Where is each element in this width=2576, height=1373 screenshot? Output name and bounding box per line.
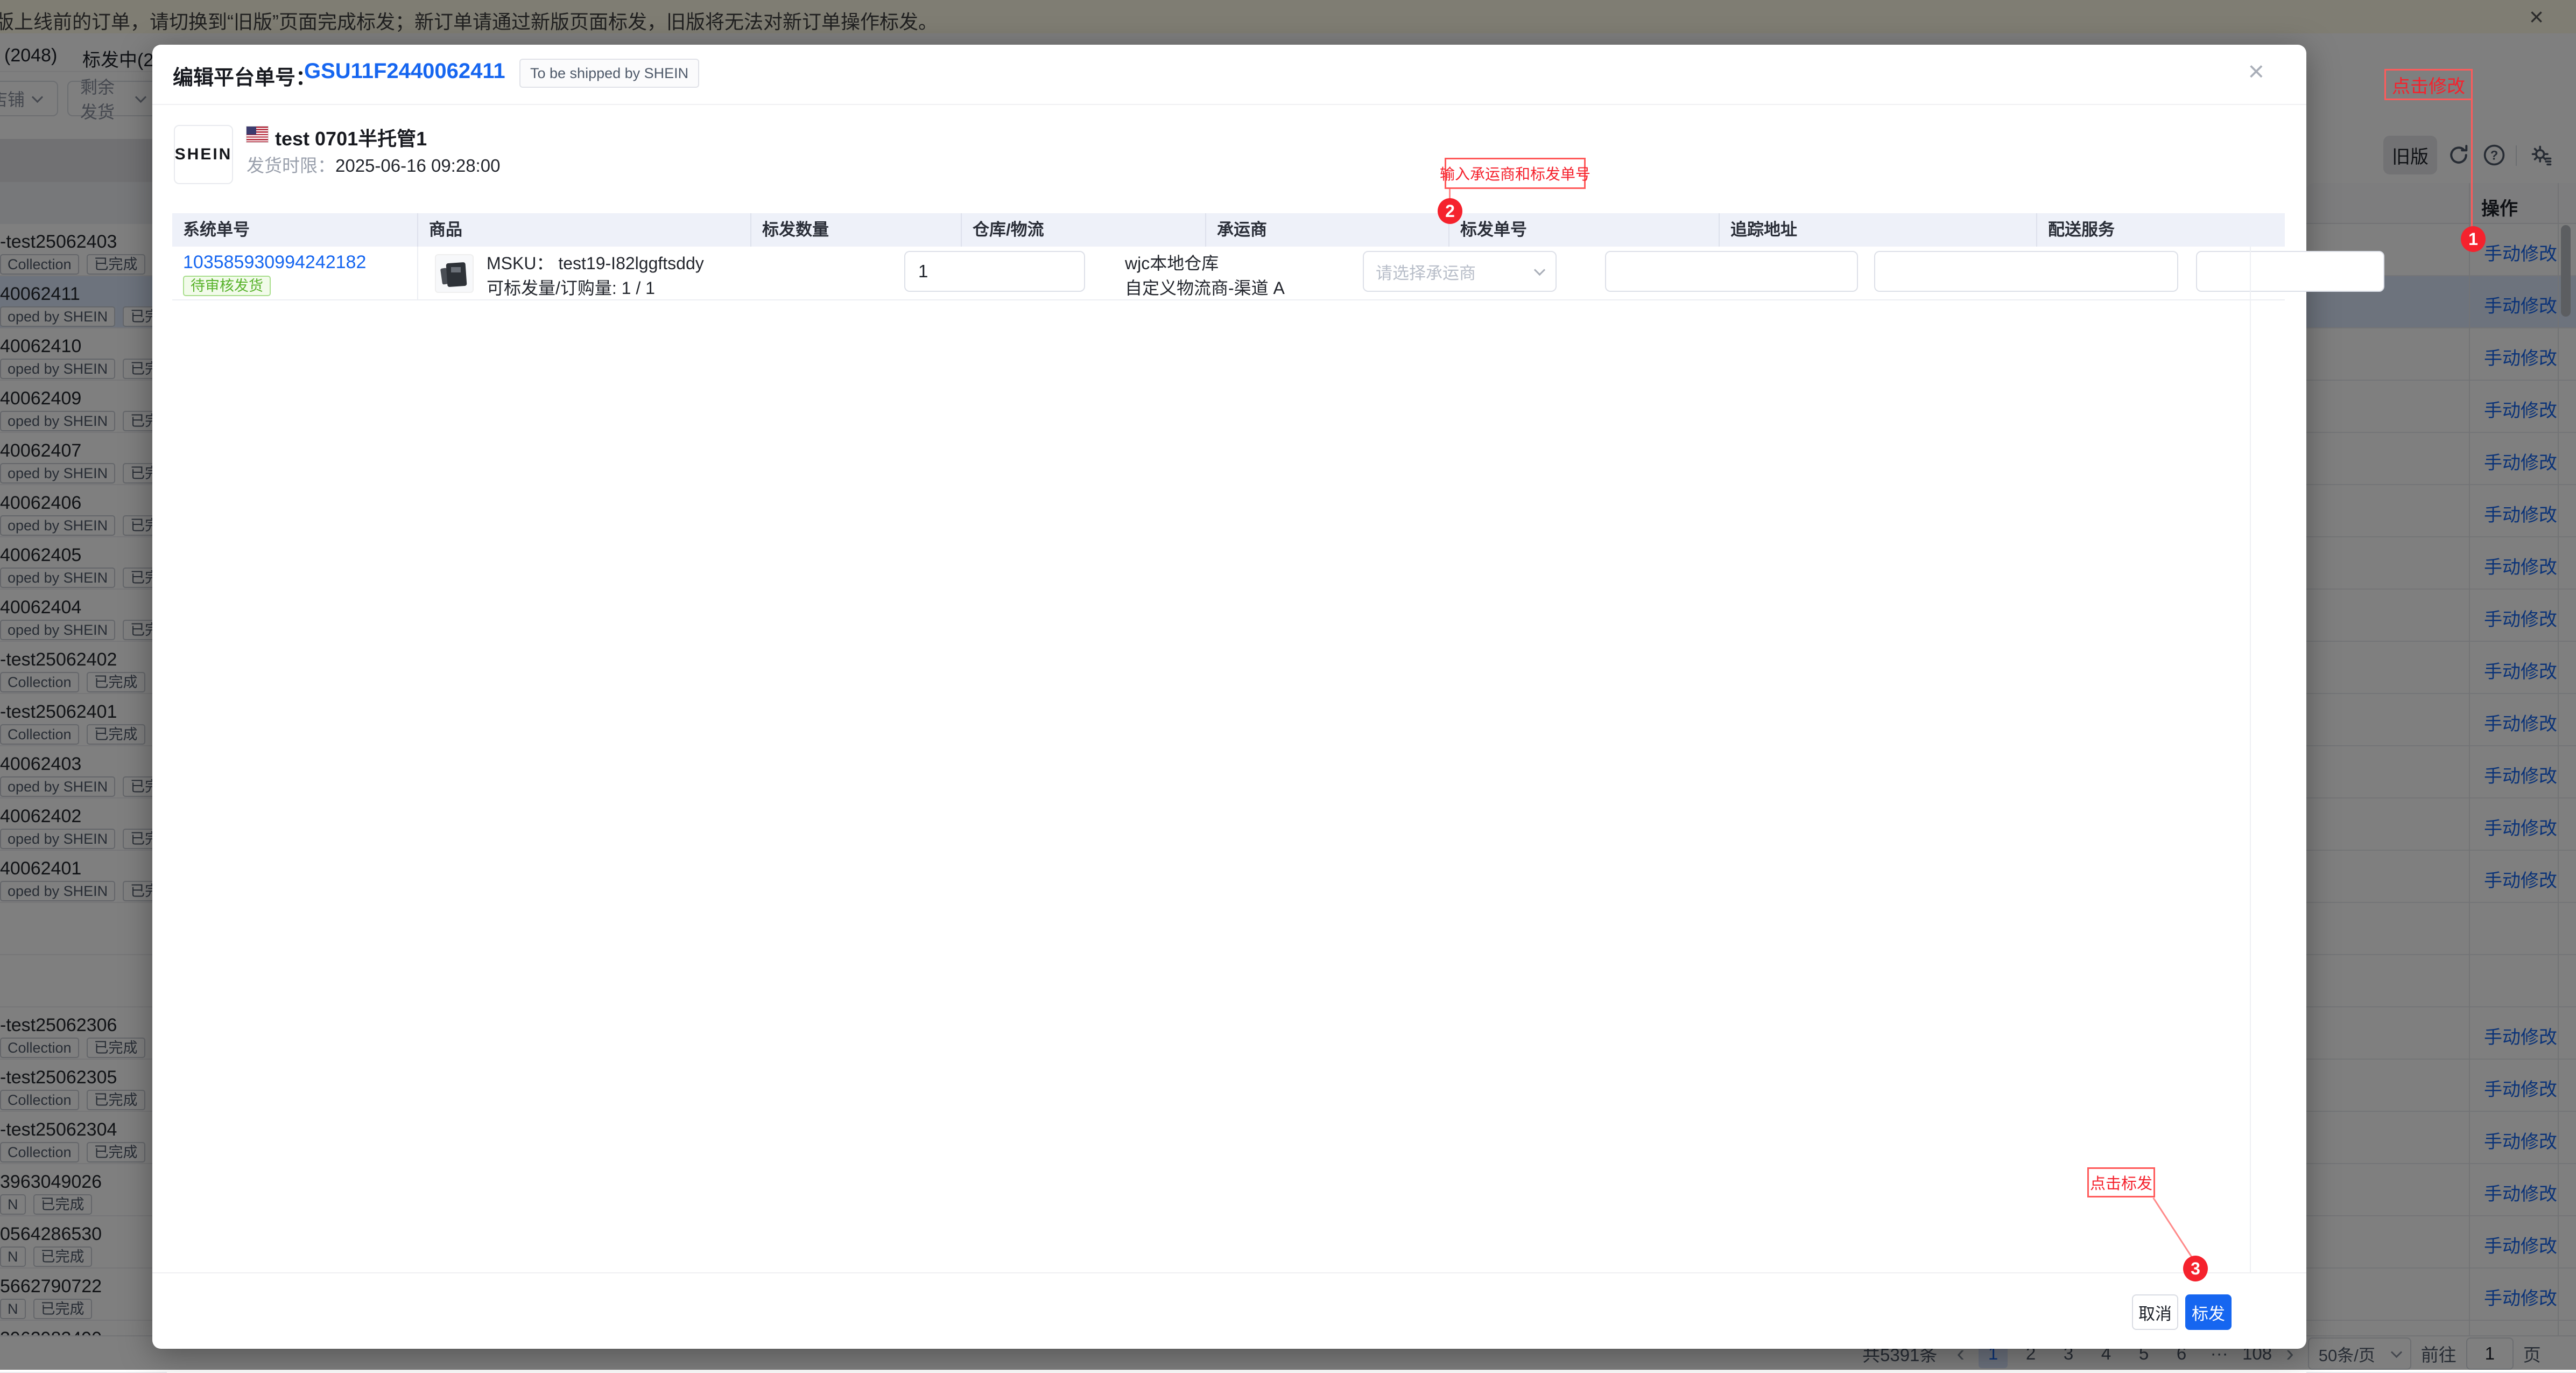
msku-line: MSKU： test19-I82lggftsddy xyxy=(487,254,704,273)
col-carrier: 承运商 xyxy=(1205,213,1448,247)
col-tracking: 追踪地址 xyxy=(1719,213,2036,247)
ship-deadline: 发货时限：2025-06-16 09:28:00 xyxy=(247,151,500,177)
carrier-select[interactable]: 请选择承运商 xyxy=(1363,251,1557,292)
shipping-type-tag: To be shipped by SHEIN xyxy=(519,59,700,88)
tracking-url-input[interactable] xyxy=(1874,251,2178,292)
product-thumbnail xyxy=(435,254,474,293)
edit-platform-order-modal: 编辑平台单号： GSU11F2440062411 To be shipped b… xyxy=(152,45,2384,1349)
platform-logo-card: SHEIN xyxy=(174,125,233,184)
logistics-channel: 自定义物流商-渠道 A xyxy=(1125,278,1285,298)
annotation-step3-badge: 3 xyxy=(2183,1256,2208,1281)
ship-deadline-value: 2025-06-16 09:28:00 xyxy=(335,156,501,176)
col-ship-no: 标发单号 xyxy=(1448,213,1719,247)
annotation-step3-box: 点击标发 xyxy=(2087,1167,2155,1197)
table-right-border xyxy=(2250,247,2251,1272)
annotation-step1-box: 点击修改 xyxy=(2384,69,2473,100)
submit-label-button[interactable]: 标发 xyxy=(2185,1294,2232,1330)
carrier-placeholder: 请选择承运商 xyxy=(1376,263,1476,283)
chevron-down-icon xyxy=(1533,264,1546,276)
system-order-link[interactable]: 103585930994242182 xyxy=(183,252,366,273)
modal-close-icon[interactable]: × xyxy=(2248,57,2264,87)
annotation-step2-badge: 2 xyxy=(1438,198,1462,224)
available-qty-line: 可标发量/订购量: 1 / 1 xyxy=(487,278,655,298)
ship-number-input[interactable] xyxy=(1605,251,1858,292)
cell-divider xyxy=(417,247,418,300)
platform-order-number[interactable]: GSU11F2440062411 xyxy=(304,59,505,83)
modal-table-header: 系统单号 商品 标发数量 仓库/物流 承运商 标发单号 追踪地址 配送服务 xyxy=(172,213,2285,247)
col-system-no: 系统单号 xyxy=(183,220,250,239)
ship-deadline-label: 发货时限： xyxy=(247,156,335,176)
warehouse-name: wjc本地仓库 xyxy=(1125,254,1219,273)
product-image-part xyxy=(446,262,467,288)
store-name: test 0701半托管1 xyxy=(275,128,427,150)
annotation-step1-line xyxy=(2471,100,2473,227)
modal-title: 编辑平台单号： xyxy=(173,67,316,89)
pending-review-tag: 待审核发货 xyxy=(183,276,271,296)
annotation-step2-box: 输入承运商和标发单号 xyxy=(1440,158,1590,189)
delivery-service-input[interactable] xyxy=(2196,251,2384,292)
label-qty-input[interactable] xyxy=(904,251,1085,292)
shein-logo: SHEIN xyxy=(174,145,233,163)
col-product: 商品 xyxy=(417,213,750,247)
us-flag-icon xyxy=(247,127,268,142)
col-service: 配送服务 xyxy=(2036,213,2285,247)
modal-table-row: 103585930994242182 待审核发货 MSKU： test19-I8… xyxy=(172,247,2384,300)
col-warehouse: 仓库/物流 xyxy=(961,213,1205,247)
cancel-button[interactable]: 取消 xyxy=(2132,1294,2178,1330)
col-qty: 标发数量 xyxy=(750,213,961,247)
annotation-step1-badge: 1 xyxy=(2461,226,2486,252)
product-image-part xyxy=(451,267,461,272)
modal-footer: 取消 标发 xyxy=(152,1272,2306,1349)
modal-header: 编辑平台单号： GSU11F2440062411 To be shipped b… xyxy=(152,45,2306,105)
